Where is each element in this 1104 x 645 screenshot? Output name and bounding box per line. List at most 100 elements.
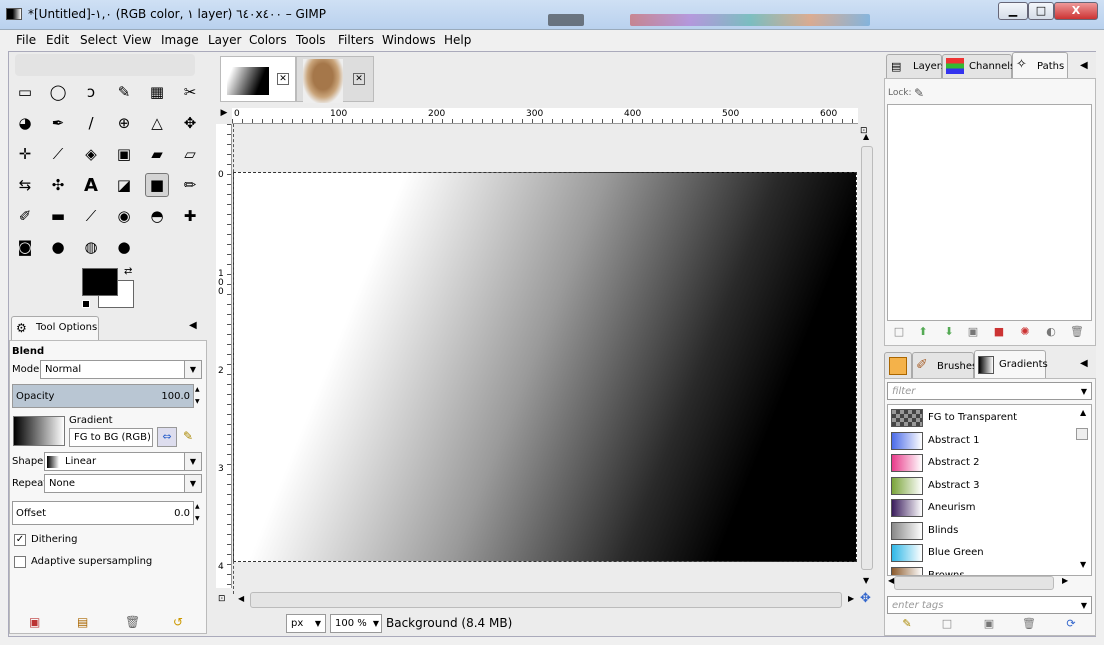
- menu-filters[interactable]: Filters: [338, 33, 374, 47]
- scissors-icon[interactable]: ✂: [178, 80, 202, 104]
- close-icon[interactable]: ✕: [353, 73, 365, 85]
- refresh-gradients-icon[interactable]: ⟳: [1062, 616, 1080, 632]
- scroll-left-arrow[interactable]: ◀: [238, 594, 244, 603]
- scroll-left-arrow[interactable]: ◀: [888, 576, 894, 585]
- gradient-list-item[interactable]: Browns: [890, 565, 1076, 575]
- panel-menu-icon[interactable]: ◀: [1080, 60, 1088, 71]
- pencil-icon[interactable]: ✏: [178, 173, 202, 197]
- fg-bg-colors[interactable]: ⇄: [80, 266, 136, 312]
- paths-icon[interactable]: ✒: [46, 111, 70, 135]
- reverse-gradient-icon[interactable]: ⇔: [157, 427, 177, 447]
- menu-windows[interactable]: Windows: [382, 33, 436, 47]
- opacity-spinner[interactable]: ▲ ▼: [195, 384, 203, 408]
- rect-select-icon[interactable]: ▭: [13, 80, 37, 104]
- menu-help[interactable]: Help: [444, 33, 471, 47]
- gradient-preview[interactable]: [13, 416, 65, 446]
- eraser-icon[interactable]: ▬: [46, 204, 70, 228]
- clone-icon[interactable]: ◓: [145, 204, 169, 228]
- opacity-slider[interactable]: Opacity 100.0: [12, 384, 194, 408]
- gradient-scroll-thumb[interactable]: [1076, 428, 1088, 440]
- foreground-select-icon[interactable]: ◕: [13, 111, 37, 135]
- scale-icon[interactable]: ▣: [112, 142, 136, 166]
- menu-view[interactable]: View: [123, 33, 151, 47]
- zoom-icon[interactable]: ⊕: [112, 111, 136, 135]
- ink-icon[interactable]: ◉: [112, 204, 136, 228]
- ellipse-select-icon[interactable]: ◯: [46, 80, 70, 104]
- gradient-filter-dropdown[interactable]: filter ▼: [887, 382, 1092, 400]
- reset-options-icon[interactable]: ↺: [173, 615, 183, 629]
- stroke-path-icon[interactable]: ◐: [1042, 324, 1060, 340]
- edit-gradient-icon[interactable]: ✎: [898, 616, 916, 632]
- close-button[interactable]: X: [1054, 2, 1098, 20]
- tab-patterns[interactable]: [884, 352, 912, 378]
- text-icon[interactable]: A: [79, 173, 103, 197]
- vertical-ruler[interactable]: 0 1 0 0 2 3 4: [216, 124, 232, 588]
- menu-layer[interactable]: Layer: [208, 33, 241, 47]
- tab-channels[interactable]: Channels: [942, 54, 1015, 78]
- scroll-right-arrow[interactable]: ▶: [1062, 576, 1068, 585]
- raise-path-icon[interactable]: ⬆: [914, 324, 932, 340]
- gradient-list-item[interactable]: Aneurism: [890, 497, 1076, 519]
- menu-colors[interactable]: Colors: [249, 33, 287, 47]
- tags-input[interactable]: enter tags ▼: [887, 596, 1092, 614]
- move-icon[interactable]: ✥: [178, 111, 202, 135]
- gradient-list-item[interactable]: Abstract 3: [890, 475, 1076, 497]
- duplicate-path-icon[interactable]: ▣: [964, 324, 982, 340]
- repeat-dropdown[interactable]: None ▼: [44, 474, 202, 493]
- shear-icon[interactable]: ▰: [145, 142, 169, 166]
- restore-options-icon[interactable]: ▤: [77, 615, 88, 629]
- scroll-up-arrow[interactable]: ▲: [1080, 408, 1086, 417]
- panel-menu-icon[interactable]: ◀: [1080, 358, 1088, 369]
- offset-slider[interactable]: Offset 0.0: [12, 501, 194, 525]
- offset-spinner[interactable]: ▲ ▼: [195, 501, 203, 525]
- tab-image-gradient[interactable]: ✕: [220, 56, 296, 102]
- duplicate-gradient-icon[interactable]: ▣: [980, 616, 998, 632]
- rotate-icon[interactable]: ◈: [79, 142, 103, 166]
- bucket-fill-icon[interactable]: ◪: [112, 173, 136, 197]
- panel-menu-icon[interactable]: ◀: [189, 320, 197, 331]
- gradient-name-field[interactable]: FG to BG (RGB): [69, 428, 153, 447]
- lower-path-icon[interactable]: ⬇: [940, 324, 958, 340]
- new-gradient-icon[interactable]: □: [938, 616, 956, 632]
- maximize-button[interactable]: □: [1028, 2, 1054, 20]
- free-select-icon[interactable]: ↄ: [79, 80, 103, 104]
- gradient-hscroll-thumb[interactable]: [894, 576, 1054, 590]
- close-icon[interactable]: ✕: [277, 73, 289, 85]
- fuzzy-select-icon[interactable]: ✎: [112, 80, 136, 104]
- selection-to-path-icon[interactable]: ✺: [1016, 324, 1034, 340]
- horizontal-ruler[interactable]: 0 100 200 300 400 500 600: [232, 108, 858, 124]
- new-path-icon[interactable]: □: [890, 324, 908, 340]
- quick-mask-toggle-icon[interactable]: ⊡: [218, 594, 226, 604]
- paintbrush-icon[interactable]: ✐: [13, 204, 37, 228]
- swap-colors-icon[interactable]: ⇄: [124, 266, 132, 277]
- tab-layers[interactable]: ▤ Layers: [886, 54, 946, 78]
- menu-select[interactable]: Select: [80, 33, 117, 47]
- gradient-list-item[interactable]: Abstract 1: [890, 430, 1076, 452]
- gradient-list-item[interactable]: FG to Transparent: [890, 407, 1076, 429]
- gradient-list[interactable]: FG to Transparent Abstract 1 Abstract 2 Abs…: [887, 404, 1092, 576]
- zoom-dropdown[interactable]: 100 % ▼: [330, 614, 382, 633]
- blend-icon[interactable]: ■: [145, 173, 169, 197]
- perspective-clone-icon[interactable]: ◙: [13, 235, 37, 259]
- cage-icon[interactable]: ✣: [46, 173, 70, 197]
- adaptive-checkbox[interactable]: [14, 556, 26, 568]
- menu-file[interactable]: File: [16, 33, 36, 47]
- crop-icon[interactable]: ⟋: [46, 142, 70, 166]
- scroll-down-arrow[interactable]: ▼: [1080, 560, 1086, 569]
- quick-mask-menu-icon[interactable]: ▶: [217, 108, 231, 122]
- scroll-right-arrow[interactable]: ▶: [848, 594, 854, 603]
- tab-paths[interactable]: ✧ Paths: [1012, 52, 1068, 79]
- lock-pixels-icon[interactable]: ✎: [914, 86, 924, 100]
- heal-icon[interactable]: ✚: [178, 204, 202, 228]
- tab-gradients[interactable]: Gradients: [974, 350, 1048, 378]
- perspective-icon[interactable]: ▱: [178, 142, 202, 166]
- menu-edit[interactable]: Edit: [46, 33, 69, 47]
- scroll-up-arrow[interactable]: ▲: [863, 132, 869, 141]
- minimize-button[interactable]: ▁: [998, 2, 1028, 20]
- measure-icon[interactable]: △: [145, 111, 169, 135]
- navigate-icon[interactable]: ✥: [860, 591, 871, 606]
- delete-options-icon[interactable]: 🗑︎: [125, 615, 140, 629]
- color-picker-icon[interactable]: /: [79, 111, 103, 135]
- unit-dropdown[interactable]: px ▼: [286, 614, 326, 633]
- tab-image-horse[interactable]: ✕: [296, 56, 374, 103]
